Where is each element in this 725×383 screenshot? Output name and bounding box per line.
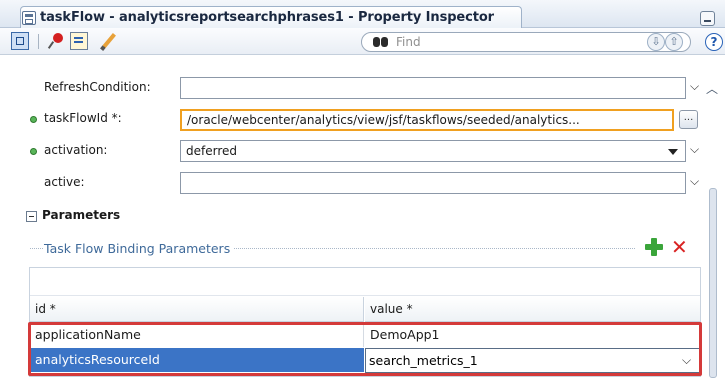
collapse-icon[interactable]	[26, 211, 37, 222]
chevron-down-icon[interactable]: ⌵	[682, 353, 691, 368]
pin-icon[interactable]	[48, 32, 66, 50]
parameter-value-input[interactable]	[365, 348, 700, 373]
parameters-heading: Parameters	[42, 208, 121, 222]
table-toolbar-band	[30, 268, 700, 296]
find-previous-arrow-icon[interactable]: ⇧	[665, 33, 683, 51]
taskflow-id-field[interactable]: /oracle/webcenter/analytics/view/jsf/tas…	[180, 109, 674, 131]
delete-icon[interactable]: ✕	[671, 237, 688, 257]
refresh-condition-field[interactable]	[180, 77, 686, 99]
column-header-value[interactable]: value *	[365, 297, 700, 322]
chevron-down-icon[interactable]: ⌵	[690, 79, 699, 94]
binoculars-icon	[372, 35, 390, 49]
toolbar-separator	[38, 34, 39, 49]
help-icon[interactable]: ?	[705, 33, 723, 51]
activation-select[interactable]: deferred	[180, 140, 686, 162]
chevron-down-icon[interactable]: ⌵	[690, 174, 699, 189]
table-cell-id-selected[interactable]: analyticsResourceId	[30, 348, 364, 372]
dropdown-arrow-icon[interactable]	[668, 149, 678, 155]
taskflow-id-label: taskFlowId *:	[44, 111, 122, 125]
taskflow-icon	[22, 11, 36, 25]
scroll-up-icon[interactable]: ︿	[706, 80, 718, 97]
task-flow-binding-parameters-title: Task Flow Binding Parameters	[44, 241, 235, 256]
pencil-icon[interactable]	[98, 32, 116, 50]
required-indicator-icon	[30, 148, 37, 155]
active-label: active:	[44, 175, 85, 189]
add-icon[interactable]	[645, 238, 663, 256]
chevron-down-icon[interactable]: ⌵	[690, 142, 699, 157]
edit-properties-icon[interactable]	[70, 32, 88, 50]
browse-button[interactable]: ...	[679, 110, 698, 129]
column-header-id[interactable]: id *	[30, 297, 364, 322]
select-component-icon[interactable]	[11, 32, 29, 50]
panel-title: taskFlow - analyticsreportsearchphrases1…	[40, 10, 494, 25]
required-indicator-icon	[30, 116, 37, 123]
active-field[interactable]	[180, 172, 686, 194]
find-next-arrow-icon[interactable]: ⇩	[647, 33, 665, 51]
table-cell-value[interactable]: DemoApp1	[365, 323, 700, 347]
minimize-button[interactable]	[700, 11, 715, 26]
activation-label: activation:	[44, 143, 108, 157]
refresh-condition-label: RefreshCondition:	[44, 80, 151, 94]
scrollbar-thumb[interactable]	[709, 188, 717, 378]
table-cell-id[interactable]: applicationName	[30, 323, 364, 347]
find-input[interactable]	[396, 33, 596, 51]
